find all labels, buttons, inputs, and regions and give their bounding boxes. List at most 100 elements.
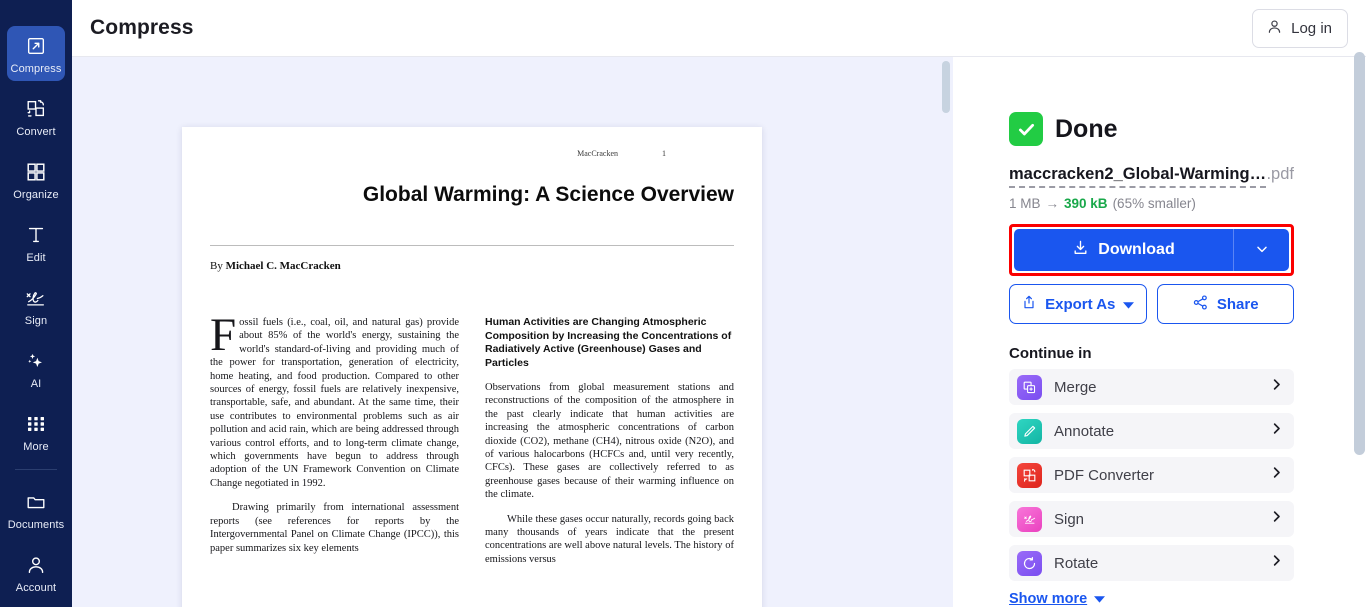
chevron-right-icon (1269, 377, 1284, 397)
file-name[interactable]: maccracken2_Global-Warming-comp... (1009, 165, 1267, 188)
sidebar-item-label: Convert (16, 126, 56, 138)
left-sidebar: Compress Convert Organize Edit Sign AI M… (0, 0, 72, 607)
page-number: 1 (662, 149, 666, 158)
grid-dots-icon (26, 411, 46, 437)
continue-item-rotate[interactable]: Rotate (1009, 545, 1294, 581)
check-icon (1009, 112, 1043, 146)
size-before: 1 MB (1009, 196, 1041, 211)
sidebar-item-documents[interactable]: Documents (7, 482, 65, 537)
share-nodes-icon (1192, 294, 1209, 315)
share-button[interactable]: Share (1156, 284, 1294, 324)
chevron-right-icon (1269, 553, 1284, 573)
document-column-left: Fossil fuels (i.e., coal, oil, and natur… (210, 309, 459, 577)
merge-icon (1017, 374, 1042, 400)
size-delta: (65% smaller) (1112, 196, 1196, 211)
sidebar-divider (15, 469, 57, 470)
annotate-icon (1017, 418, 1042, 444)
preview-scrollbar-thumb[interactable] (942, 61, 950, 113)
convert-icon (25, 96, 47, 122)
sidebar-item-account[interactable]: Account (7, 545, 65, 600)
show-more-button[interactable]: Show more (1009, 591, 1106, 607)
status-row: Done (1009, 112, 1294, 146)
size-after: 390 kB (1064, 196, 1108, 211)
login-label: Log in (1291, 19, 1332, 37)
sidebar-item-label: Documents (7, 519, 65, 531)
result-panel: Done maccracken2_Global-Warming-comp... … (953, 57, 1366, 607)
organize-icon (25, 159, 47, 185)
document-rule (210, 245, 734, 246)
chevron-right-icon (1269, 465, 1284, 485)
user-icon (1266, 18, 1283, 39)
file-name-row[interactable]: maccracken2_Global-Warming-comp... .pdf (1009, 165, 1294, 188)
document-byline: By Michael C. MacCracken (210, 260, 734, 272)
sidebar-item-label: Organize (13, 189, 59, 201)
sign-icon (1017, 506, 1042, 532)
pdf-converter-icon (1017, 462, 1042, 488)
document-paragraph: Observations from global measurement sta… (485, 382, 734, 501)
chevron-right-icon (1269, 509, 1284, 529)
compress-icon (25, 33, 47, 59)
continue-item-label: Annotate (1054, 422, 1115, 440)
folder-icon (24, 489, 48, 515)
download-icon (1072, 239, 1089, 261)
continue-item-annotate[interactable]: Annotate (1009, 413, 1294, 449)
caret-down-icon (1123, 296, 1135, 313)
continue-item-pdf-converter[interactable]: PDF Converter (1009, 457, 1294, 493)
sidebar-item-label: AI (30, 378, 42, 390)
continue-item-label: Rotate (1054, 554, 1099, 572)
sidebar-item-label: Edit (26, 252, 46, 264)
continue-in-list: Merge Annotate PDF Converter Sign Rotate (1009, 369, 1294, 581)
account-icon (25, 552, 47, 578)
continue-item-merge[interactable]: Merge (1009, 369, 1294, 405)
chevron-right-icon (1269, 421, 1284, 441)
byline-author: Michael C. MacCracken (225, 260, 341, 272)
export-as-label: Export As (1045, 295, 1116, 313)
page-scrollbar-thumb[interactable] (1354, 52, 1365, 455)
document-page[interactable]: MacCracken 1 Global Warming: A Science O… (182, 127, 762, 607)
show-more-label: Show more (1009, 591, 1088, 607)
top-bar: Compress Log in (72, 0, 1366, 57)
body-row: MacCracken 1 Global Warming: A Science O… (72, 57, 1366, 607)
sidebar-item-organize[interactable]: Organize (7, 152, 65, 207)
app-root: Compress Convert Organize Edit Sign AI M… (0, 0, 1366, 607)
main-area: Compress Log in MacCracken 1 Global Warm… (72, 0, 1366, 607)
download-options-button[interactable] (1233, 229, 1289, 271)
document-preview-pane: MacCracken 1 Global Warming: A Science O… (72, 57, 953, 607)
status-label: Done (1055, 114, 1118, 143)
document-paragraph: While these gases occur naturally, recor… (485, 513, 734, 565)
sidebar-item-convert[interactable]: Convert (7, 89, 65, 144)
continue-item-sign[interactable]: Sign (1009, 501, 1294, 537)
edit-text-icon (25, 222, 47, 248)
share-up-icon (1021, 294, 1037, 314)
secondary-actions-row: Export As Share (1009, 284, 1294, 324)
signature-icon (24, 285, 48, 311)
sidebar-item-ai[interactable]: AI (7, 341, 65, 396)
download-button[interactable]: Download (1014, 229, 1233, 271)
document-title: Global Warming: A Science Overview (362, 183, 734, 206)
caret-down-icon (1094, 591, 1106, 607)
sidebar-nav: Compress Convert Organize Edit Sign AI M… (0, 26, 72, 545)
download-button-highlight: Download (1009, 224, 1294, 276)
continue-item-label: PDF Converter (1054, 466, 1155, 484)
sidebar-item-label: More (23, 441, 49, 453)
export-as-button[interactable]: Export As (1009, 284, 1147, 324)
document-running-head: MacCracken 1 (210, 149, 734, 158)
arrow-icon: → (1045, 196, 1060, 211)
sidebar-item-compress[interactable]: Compress (7, 26, 65, 81)
sidebar-item-edit[interactable]: Edit (7, 215, 65, 270)
chevron-down-icon (1254, 241, 1270, 260)
sidebar-item-label: Sign (24, 315, 48, 327)
document-paragraph: Drawing primarily from international ass… (210, 502, 459, 554)
continue-item-label: Merge (1054, 378, 1097, 396)
sparkles-icon (25, 348, 47, 374)
login-button[interactable]: Log in (1252, 8, 1348, 48)
sidebar-bottom: Account (0, 545, 72, 607)
share-label: Share (1216, 295, 1259, 313)
rotate-icon (1017, 550, 1042, 576)
continue-in-heading: Continue in (1009, 345, 1092, 362)
sidebar-item-sign[interactable]: Sign (7, 278, 65, 333)
sidebar-item-label: Compress (10, 63, 62, 75)
sidebar-item-more[interactable]: More (7, 404, 65, 459)
document-section-heading: Human Activities are Changing Atmospheri… (485, 316, 732, 369)
sidebar-item-label: Account (15, 582, 57, 594)
